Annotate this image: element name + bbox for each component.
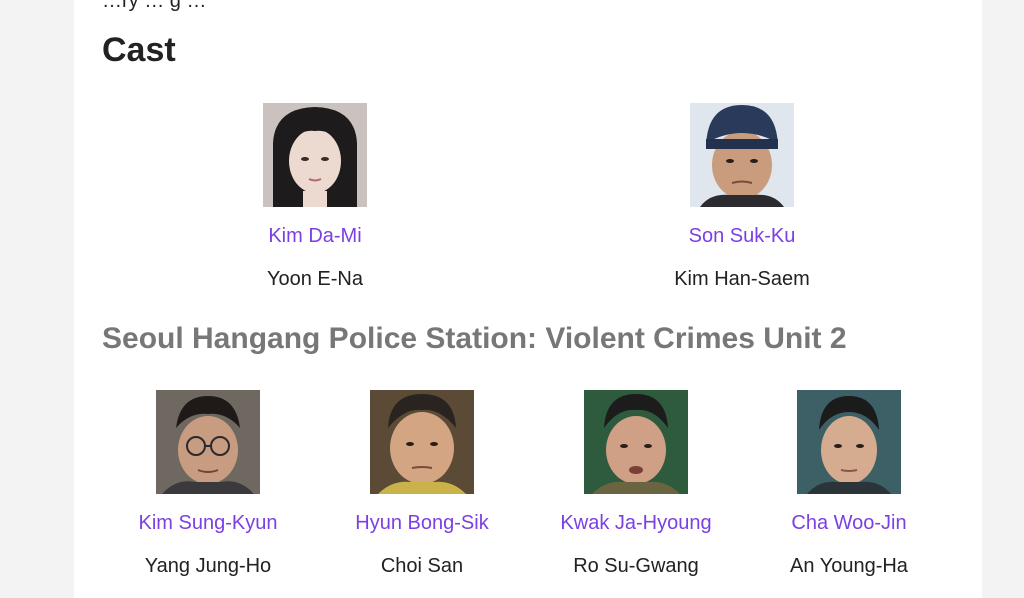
actor-photo[interactable] bbox=[584, 390, 688, 494]
actor-photo[interactable] bbox=[690, 103, 794, 207]
character-name: Yang Jung-Ho bbox=[144, 555, 272, 577]
article-page: …ry … g … Cast Kim Da-Mi Yoon E-Na Son S… bbox=[74, 0, 982, 598]
actor-photo[interactable] bbox=[797, 390, 901, 494]
character-name: An Young-Ha bbox=[790, 555, 908, 577]
actor-photo[interactable] bbox=[263, 103, 367, 207]
cast-card-kwak-ja-hyoung: Kwak Ja-Hyoung Ro Su-Gwang bbox=[516, 390, 756, 578]
actor-link[interactable]: Kim Da-Mi bbox=[195, 224, 435, 248]
actor-link[interactable]: Kwak Ja-Hyoung bbox=[516, 511, 756, 535]
actor-link[interactable]: Kim Sung-Kyun bbox=[88, 511, 328, 535]
cast-card-kim-sung-kyun: Kim Sung-Kyun Yang Jung-Ho bbox=[88, 390, 328, 578]
character-name: Choi San bbox=[380, 555, 464, 577]
character-name: Kim Han-Saem bbox=[674, 268, 810, 290]
cast-heading: Cast bbox=[102, 31, 176, 69]
actor-photo[interactable] bbox=[156, 390, 260, 494]
character-name: Ro Su-Gwang bbox=[573, 555, 699, 577]
actor-photo[interactable] bbox=[370, 390, 474, 494]
cast-card-cha-woo-jin: Cha Woo-Jin An Young-Ha bbox=[729, 390, 969, 578]
actor-link[interactable]: Son Suk-Ku bbox=[622, 224, 862, 248]
cast-card-kim-da-mi: Kim Da-Mi Yoon E-Na bbox=[195, 103, 435, 291]
section-heading: Seoul Hangang Police Station: Violent Cr… bbox=[102, 322, 847, 355]
cast-card-son-suk-ku: Son Suk-Ku Kim Han-Saem bbox=[622, 103, 862, 291]
previous-text-fragment: …ry … g … bbox=[102, 0, 207, 12]
cast-card-hyun-bong-sik: Hyun Bong-Sik Choi San bbox=[302, 390, 542, 578]
character-name: Yoon E-Na bbox=[267, 268, 363, 290]
actor-link[interactable]: Hyun Bong-Sik bbox=[302, 511, 542, 535]
actor-link[interactable]: Cha Woo-Jin bbox=[729, 511, 969, 535]
